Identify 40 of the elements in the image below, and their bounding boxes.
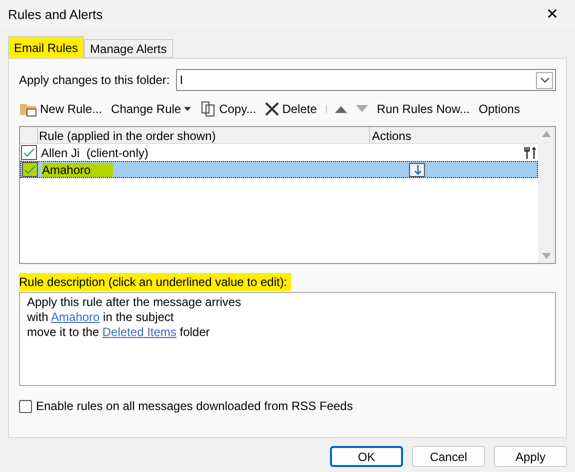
up-arrow-icon[interactable] <box>334 105 347 113</box>
folder-label: Apply changes to this folder: <box>19 72 170 89</box>
rule-name: Allen Ji (client-only) <box>41 146 148 160</box>
dialog-button[interactable]: Cancel <box>412 446 485 467</box>
folder-dropdown[interactable]: I <box>176 69 556 91</box>
toolbar-button[interactable]: Copy... <box>200 100 256 118</box>
description-label: Rule description (click an underlined value to edit): <box>19 273 292 291</box>
toolbar-button[interactable]: Delete <box>265 100 317 118</box>
window-title: Rules and Alerts <box>8 6 103 24</box>
dialog-button[interactable]: Apply <box>494 446 567 467</box>
folder-icon <box>19 101 37 117</box>
column-header[interactable]: Rule (applied in the order shown) <box>38 127 370 143</box>
checkbox[interactable] <box>21 145 37 160</box>
description-text: in the subject <box>102 310 174 324</box>
tab[interactable]: Manage Alerts <box>84 39 173 58</box>
copy-icon <box>200 101 216 117</box>
checkbox[interactable] <box>22 162 38 177</box>
checkbox-label: Enable rules on all messages downloaded from RSS Feeds <box>36 398 353 415</box>
rule-row[interactable]: Amahoro <box>20 161 538 178</box>
value-link[interactable]: Deleted Items <box>102 325 176 339</box>
dialog-button[interactable]: OK <box>330 446 403 467</box>
checkbox[interactable] <box>19 400 32 412</box>
description-text: folder <box>178 325 210 339</box>
toolbar-button[interactable]: Change Rule <box>111 100 192 118</box>
rule-row[interactable]: Allen Ji (client-only) <box>20 144 538 161</box>
description-text: Apply this rule after the message arrives <box>27 295 242 309</box>
column-header[interactable]: Actions <box>370 127 538 143</box>
caret-icon <box>184 107 192 111</box>
chevron-down-icon <box>536 72 553 88</box>
description-text: move it to the <box>27 325 100 339</box>
toolbar-button[interactable]: Options <box>478 100 520 118</box>
toolbar-button[interactable]: Run Rules Now... <box>376 100 470 118</box>
rule-name: Amahoro <box>42 162 113 176</box>
tab[interactable]: Email Rules <box>8 36 84 58</box>
close-button[interactable]: ✕ <box>538 4 567 26</box>
close-icon <box>265 102 280 116</box>
value-link[interactable]: Amahoro <box>51 310 100 324</box>
toolbar-button[interactable]: New Rule... <box>19 100 102 118</box>
move-folder-icon <box>409 162 425 177</box>
description-text: with <box>27 310 50 324</box>
